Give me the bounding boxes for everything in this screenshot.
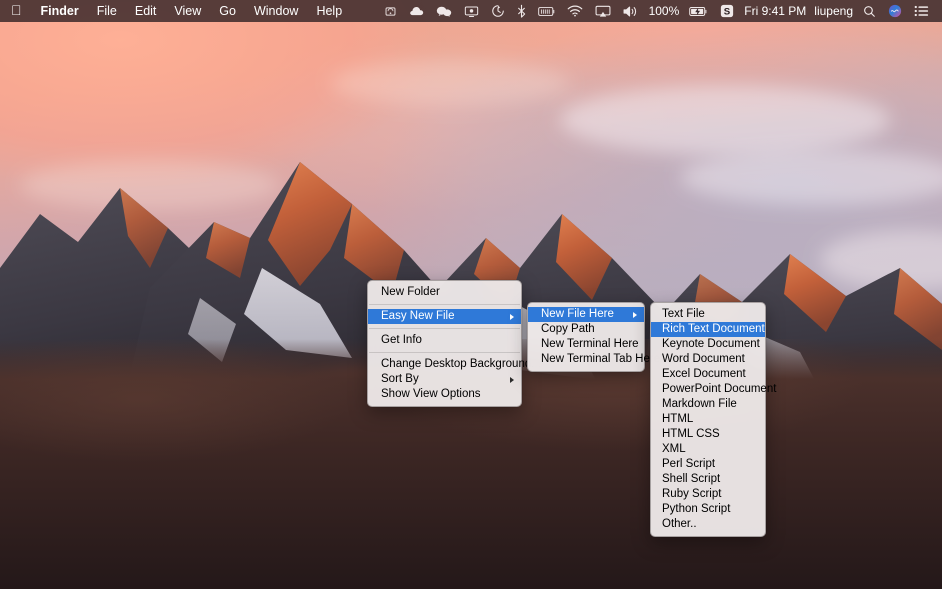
menu-item-ruby-script[interactable]: Ruby Script: [651, 487, 765, 502]
desktop-context-menu[interactable]: New Folder Easy New File Get Info Change…: [367, 280, 522, 407]
wechat-icon[interactable]: [430, 0, 458, 22]
menu-item-word-document[interactable]: Word Document: [651, 352, 765, 367]
menu-item-label: Rich Text Document: [662, 322, 765, 337]
menu-item-label: Sort By: [381, 372, 419, 387]
menu-item-text-file[interactable]: Text File: [651, 307, 765, 322]
menu-item-rich-text-document[interactable]: Rich Text Document: [651, 322, 765, 337]
menu-item-label: Shell Script: [662, 472, 720, 487]
menu-item-label: Perl Script: [662, 457, 715, 472]
menu-view[interactable]: View: [165, 0, 210, 22]
menu-help[interactable]: Help: [307, 0, 351, 22]
menu-item-html[interactable]: HTML: [651, 412, 765, 427]
notification-center-icon[interactable]: [908, 0, 935, 22]
menu-item-label: Get Info: [381, 333, 422, 348]
cloud-band: [330, 60, 570, 106]
menu-item-new-folder[interactable]: New Folder: [368, 285, 521, 300]
menu-item-powerpoint-document[interactable]: PowerPoint Document: [651, 382, 765, 397]
easy-new-file-submenu[interactable]: New File Here Copy Path New Terminal Her…: [527, 302, 645, 372]
menu-item-label: Markdown File: [662, 397, 737, 412]
menu-item-label: HTML: [662, 412, 693, 427]
time-machine-icon[interactable]: [485, 0, 511, 22]
menu-item-get-info[interactable]: Get Info: [368, 333, 521, 348]
menu-item-label: New Terminal Tab Here: [541, 352, 660, 367]
menu-item-sort-by[interactable]: Sort By: [368, 372, 521, 387]
menu-item-label: New Folder: [381, 285, 440, 300]
menu-item-label: Python Script: [662, 502, 730, 517]
menu-item-perl-script[interactable]: Perl Script: [651, 457, 765, 472]
menu-go[interactable]: Go: [210, 0, 245, 22]
macos-menu-bar:  Finder File Edit View Go Window Help: [0, 0, 942, 22]
menu-item-new-file-here[interactable]: New File Here: [528, 307, 644, 322]
menu-finder[interactable]: Finder: [32, 0, 88, 22]
menu-item-label: Change Desktop Background...: [381, 357, 541, 372]
battery-charging-icon[interactable]: [683, 0, 714, 22]
menu-item-label: New File Here: [541, 307, 614, 322]
menu-separator: [369, 328, 520, 329]
snip-s-icon[interactable]: S: [714, 0, 740, 22]
spotlight-search-icon[interactable]: [857, 0, 882, 22]
username-label[interactable]: liupeng: [810, 0, 857, 22]
menu-file[interactable]: File: [88, 0, 126, 22]
menu-item-label: XML: [662, 442, 686, 457]
menu-separator: [369, 352, 520, 353]
desktop-screen:  Finder File Edit View Go Window Help: [0, 0, 942, 589]
menu-bar-status-items: 100% S Fri 9:41 PM liupeng: [378, 0, 942, 22]
new-file-type-submenu[interactable]: Text File Rich Text Document Keynote Doc…: [650, 302, 766, 537]
menu-item-label: PowerPoint Document: [662, 382, 776, 397]
clock-label[interactable]: Fri 9:41 PM: [740, 0, 810, 22]
menu-item-label: New Terminal Here: [541, 337, 639, 352]
menu-edit[interactable]: Edit: [126, 0, 166, 22]
bluetooth-icon[interactable]: [511, 0, 532, 22]
menu-item-new-terminal-here[interactable]: New Terminal Here: [528, 337, 644, 352]
menu-item-label: Ruby Script: [662, 487, 721, 502]
shadowsocks-icon[interactable]: [378, 0, 403, 22]
volume-icon[interactable]: [617, 0, 645, 22]
menu-item-other[interactable]: Other..: [651, 517, 765, 532]
menu-item-shell-script[interactable]: Shell Script: [651, 472, 765, 487]
menu-item-label: Show View Options: [381, 387, 481, 402]
battery-bar-icon[interactable]: [532, 0, 561, 22]
menu-item-keynote-document[interactable]: Keynote Document: [651, 337, 765, 352]
menu-bar-app-menus:  Finder File Edit View Go Window Help: [0, 0, 351, 22]
menu-item-label: Other..: [662, 517, 697, 532]
menu-item-copy-path[interactable]: Copy Path: [528, 322, 644, 337]
menu-window[interactable]: Window: [245, 0, 307, 22]
menu-item-new-terminal-tab-here[interactable]: New Terminal Tab Here: [528, 352, 644, 367]
cloud-icon[interactable]: [403, 0, 430, 22]
chevron-right-icon: [633, 312, 637, 318]
menu-item-label: Text File: [662, 307, 705, 322]
menu-item-markdown-file[interactable]: Markdown File: [651, 397, 765, 412]
menu-item-show-view-options[interactable]: Show View Options: [368, 387, 521, 402]
menu-item-change-desktop-background[interactable]: Change Desktop Background...: [368, 357, 521, 372]
chevron-right-icon: [510, 377, 514, 383]
wifi-icon[interactable]: [561, 0, 589, 22]
menu-item-label: Copy Path: [541, 322, 595, 337]
menu-item-easy-new-file[interactable]: Easy New File: [368, 309, 521, 324]
menu-item-label: Excel Document: [662, 367, 746, 382]
menu-item-html-css[interactable]: HTML CSS: [651, 427, 765, 442]
menu-item-label: Word Document: [662, 352, 745, 367]
airplay-icon[interactable]: [589, 0, 617, 22]
siri-icon[interactable]: [882, 0, 908, 22]
chevron-right-icon: [510, 314, 514, 320]
menu-item-excel-document[interactable]: Excel Document: [651, 367, 765, 382]
svg-text:S: S: [724, 7, 731, 18]
screen-sharing-icon[interactable]: [458, 0, 485, 22]
battery-percent-label: 100%: [645, 0, 684, 22]
menu-item-label: Keynote Document: [662, 337, 760, 352]
apple-logo-icon[interactable]: : [0, 0, 32, 22]
menu-item-label: Easy New File: [381, 309, 455, 324]
menu-separator: [369, 304, 520, 305]
menu-item-label: HTML CSS: [662, 427, 720, 442]
menu-item-python-script[interactable]: Python Script: [651, 502, 765, 517]
menu-item-xml[interactable]: XML: [651, 442, 765, 457]
